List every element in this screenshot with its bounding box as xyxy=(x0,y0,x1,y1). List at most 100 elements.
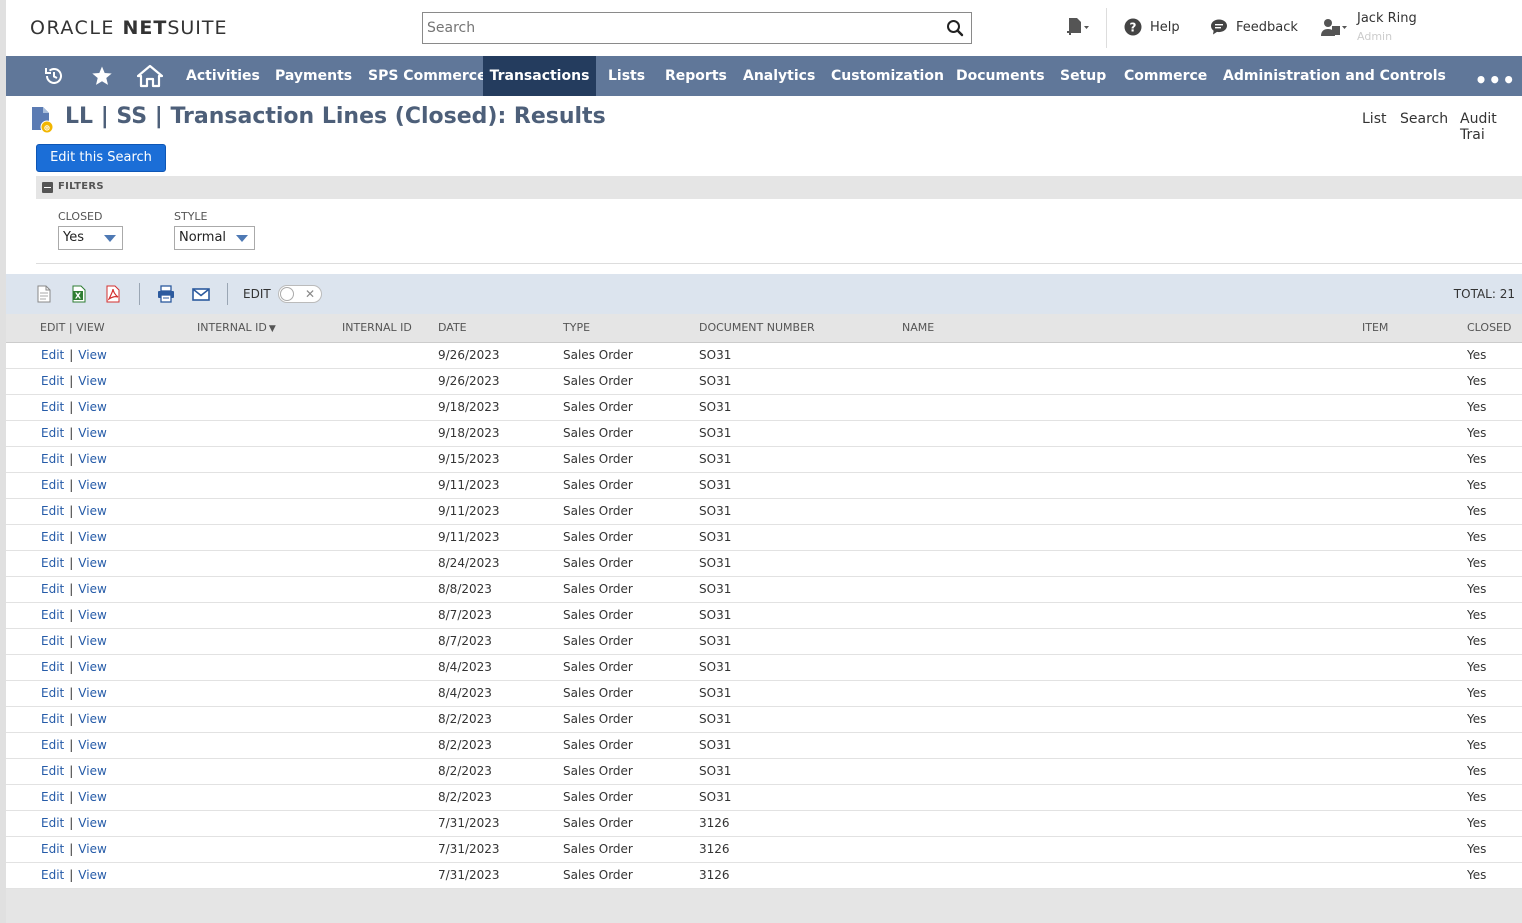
nav-customization[interactable]: Customization xyxy=(831,56,944,96)
internal-id-cell xyxy=(342,654,438,681)
edit-link[interactable]: Edit xyxy=(41,608,64,622)
col-header-document-number[interactable]: DOCUMENT NUMBER xyxy=(699,314,902,343)
nav-administration-and-controls[interactable]: Administration and Controls xyxy=(1223,56,1446,96)
edit-link[interactable]: Edit xyxy=(41,504,64,518)
link-list[interactable]: List xyxy=(1362,111,1386,127)
help-link[interactable]: ? Help xyxy=(1124,18,1180,36)
view-link[interactable]: View xyxy=(78,634,106,648)
favorites-star-icon[interactable] xyxy=(90,64,114,88)
nav-reports[interactable]: Reports xyxy=(665,56,727,96)
edit-link[interactable]: Edit xyxy=(41,348,64,362)
edit-link[interactable]: Edit xyxy=(41,764,64,778)
col-header-item[interactable]: ITEM xyxy=(1362,314,1467,343)
view-link[interactable]: View xyxy=(78,608,106,622)
view-link[interactable]: View xyxy=(78,530,106,544)
closed-filter-select[interactable]: Yes xyxy=(58,226,123,250)
col-header-internal-id-sorted[interactable]: INTERNAL ID ▼ xyxy=(197,314,342,343)
nav-lists[interactable]: Lists xyxy=(608,56,645,96)
user-menu-icon-group[interactable] xyxy=(1320,17,1356,39)
recent-records-menu[interactable] xyxy=(1066,17,1098,39)
edit-link[interactable]: Edit xyxy=(41,660,64,674)
feedback-link[interactable]: Feedback xyxy=(1210,18,1298,36)
user-name[interactable]: Jack Ring xyxy=(1357,11,1417,26)
view-link[interactable]: View xyxy=(78,764,106,778)
edit-link[interactable]: Edit xyxy=(41,400,64,414)
view-link[interactable]: View xyxy=(78,452,106,466)
view-link[interactable]: View xyxy=(78,842,106,856)
item-cell xyxy=(1362,420,1467,447)
search-icon[interactable] xyxy=(946,19,964,37)
view-link[interactable]: View xyxy=(78,374,106,388)
view-link[interactable]: View xyxy=(78,712,106,726)
col-header-internal-id[interactable]: INTERNAL ID xyxy=(342,314,438,343)
view-link[interactable]: View xyxy=(78,556,106,570)
view-link[interactable]: View xyxy=(78,686,106,700)
col-header-closed[interactable]: CLOSED xyxy=(1467,314,1522,343)
nav-analytics[interactable]: Analytics xyxy=(743,56,815,96)
nav-transactions[interactable]: Transactions xyxy=(483,56,596,96)
nav-activities[interactable]: Activities xyxy=(186,56,260,96)
edit-link[interactable]: Edit xyxy=(41,556,64,570)
edit-link[interactable]: Edit xyxy=(41,712,64,726)
edit-link[interactable]: Edit xyxy=(41,790,64,804)
edit-link[interactable]: Edit xyxy=(41,582,64,596)
print-icon[interactable] xyxy=(157,285,175,303)
edit-link[interactable]: Edit xyxy=(41,478,64,492)
table-row: Edit | View 8/2/2023 Sales Order SO31 Yes xyxy=(6,784,1522,811)
edit-link[interactable]: Edit xyxy=(41,374,64,388)
nav-documents[interactable]: Documents xyxy=(956,56,1045,96)
view-link[interactable]: View xyxy=(78,738,106,752)
edit-link[interactable]: Edit xyxy=(41,738,64,752)
edit-link[interactable]: Edit xyxy=(41,686,64,700)
filters-section-header[interactable]: FILTERS xyxy=(36,176,1522,199)
export-excel-icon[interactable]: X xyxy=(70,285,88,303)
edit-link[interactable]: Edit xyxy=(41,842,64,856)
nav-payments[interactable]: Payments xyxy=(275,56,352,96)
view-link[interactable]: View xyxy=(78,868,106,882)
link-search[interactable]: Search xyxy=(1400,111,1448,127)
export-pdf-icon[interactable] xyxy=(104,285,122,303)
edit-link[interactable]: Edit xyxy=(41,426,64,440)
internal-id-cell xyxy=(197,602,342,629)
table-header-row: EDIT | VIEW INTERNAL ID ▼ INTERNAL ID DAT… xyxy=(6,314,1522,343)
edit-link[interactable]: Edit xyxy=(41,634,64,648)
oracle-netsuite-logo[interactable]: ORACLE NETSUITE xyxy=(30,17,228,39)
closed-cell: Yes xyxy=(1467,732,1522,759)
global-search-input[interactable] xyxy=(423,13,923,43)
edit-this-search-button[interactable]: Edit this Search xyxy=(36,144,166,172)
view-link[interactable]: View xyxy=(78,582,106,596)
link-separator: | xyxy=(69,582,74,596)
col-header-name[interactable]: NAME xyxy=(902,314,1362,343)
type-cell: Sales Order xyxy=(563,758,699,785)
nav-more-icon[interactable]: ••• xyxy=(1475,68,1516,92)
email-icon[interactable] xyxy=(192,285,210,303)
edit-link[interactable]: Edit xyxy=(41,816,64,830)
edit-link[interactable]: Edit xyxy=(41,868,64,882)
view-link[interactable]: View xyxy=(78,348,106,362)
nav-commerce[interactable]: Commerce xyxy=(1124,56,1207,96)
edit-view-cell: Edit | View xyxy=(6,394,197,421)
view-link[interactable]: View xyxy=(78,790,106,804)
edit-link[interactable]: Edit xyxy=(41,530,64,544)
col-header-type[interactable]: TYPE xyxy=(563,314,699,343)
view-link[interactable]: View xyxy=(78,504,106,518)
view-link[interactable]: View xyxy=(78,816,106,830)
internal-id-cell xyxy=(197,550,342,577)
recent-history-icon[interactable] xyxy=(42,64,66,88)
view-link[interactable]: View xyxy=(78,660,106,674)
item-cell xyxy=(1362,862,1467,889)
col-header-date[interactable]: DATE xyxy=(438,314,563,343)
nav-sps-commerce[interactable]: SPS Commerce xyxy=(368,56,487,96)
page-title: LL | SS | Transaction Lines (Closed): Re… xyxy=(65,104,606,129)
view-link[interactable]: View xyxy=(78,400,106,414)
edit-link[interactable]: Edit xyxy=(41,452,64,466)
export-csv-icon[interactable] xyxy=(35,285,53,303)
nav-setup[interactable]: Setup xyxy=(1060,56,1106,96)
inline-edit-toggle[interactable]: ✕ xyxy=(278,285,322,303)
style-filter-select[interactable]: Normal xyxy=(174,226,255,250)
link-audit-trail[interactable]: Audit Trai xyxy=(1460,111,1522,143)
view-link[interactable]: View xyxy=(78,426,106,440)
home-icon[interactable] xyxy=(137,64,163,88)
collapse-filters-icon[interactable] xyxy=(42,182,53,193)
view-link[interactable]: View xyxy=(78,478,106,492)
